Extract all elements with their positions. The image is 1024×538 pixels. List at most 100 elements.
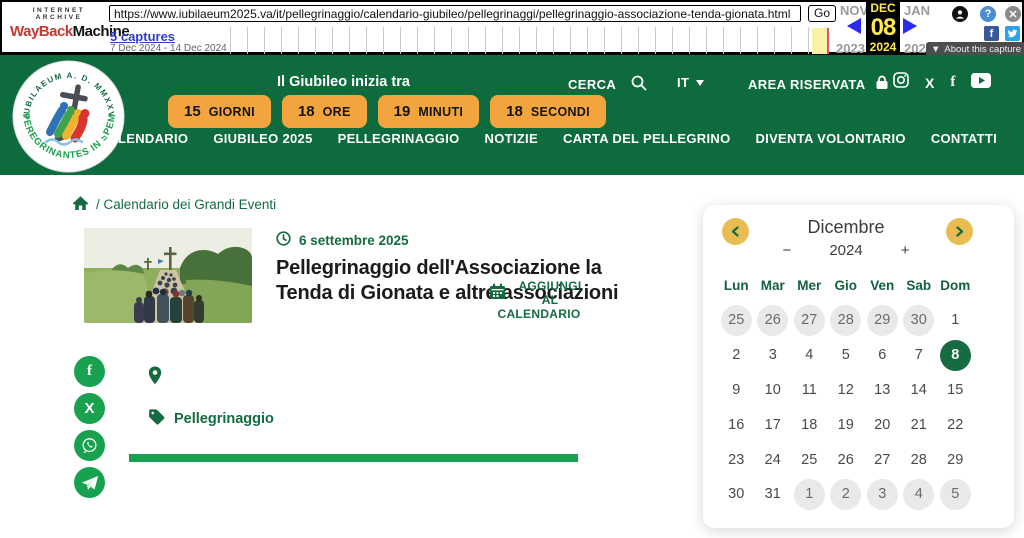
- internet-archive-label: INTERNET ARCHIVE: [10, 7, 108, 21]
- prev-capture-arrow[interactable]: [847, 18, 861, 34]
- x-icon[interactable]: X: [925, 75, 934, 91]
- calendar-day[interactable]: 25: [794, 444, 825, 475]
- calendar-day[interactable]: 30: [903, 305, 934, 336]
- home-icon[interactable]: [72, 195, 89, 214]
- article-title: Pellegrinaggio dell'Associazione la Tend…: [276, 256, 656, 306]
- share-facebook-button[interactable]: f: [74, 356, 105, 387]
- instagram-icon[interactable]: [893, 72, 909, 93]
- calendar-day[interactable]: 1: [940, 305, 971, 336]
- help-icon[interactable]: ?: [980, 6, 996, 22]
- countdown-title: Il Giubileo inizia tra: [277, 74, 410, 90]
- capture-timeline[interactable]: [230, 27, 830, 54]
- main-nav: CALENDARIO GIUBILEO 2025 PELLEGRINAGGIO …: [99, 131, 997, 146]
- search-button[interactable]: CERCA: [568, 75, 647, 94]
- account-icon[interactable]: [952, 6, 968, 22]
- calendar-day[interactable]: 25: [721, 305, 752, 336]
- calendar-day[interactable]: 27: [867, 444, 898, 475]
- captures-link[interactable]: 5 captures: [110, 29, 175, 44]
- calendar-day[interactable]: 26: [757, 305, 788, 336]
- year-plus-button[interactable]: +: [901, 242, 910, 259]
- jubilee-logo[interactable]: IUBILAEUM A. D. MMXXV PEREGRINANTES IN S…: [12, 60, 125, 173]
- nav-notizie[interactable]: NOTIZIE: [485, 131, 538, 146]
- year-minus-button[interactable]: −: [783, 242, 792, 259]
- calendar-day[interactable]: 5: [830, 340, 861, 371]
- calendar-day[interactable]: 21: [903, 409, 934, 440]
- calendar-day[interactable]: 3: [757, 340, 788, 371]
- event-date: 6 settembre 2025: [276, 231, 409, 249]
- calendar-day[interactable]: 29: [940, 444, 971, 475]
- calendar-day[interactable]: 28: [903, 444, 934, 475]
- calendar-day[interactable]: 11: [794, 374, 825, 405]
- facebook-share-icon[interactable]: f: [984, 26, 999, 41]
- calendar-day[interactable]: 8: [940, 340, 971, 371]
- youtube-icon[interactable]: [971, 73, 991, 93]
- go-button[interactable]: Go: [808, 5, 836, 22]
- wayback-url-input[interactable]: [109, 5, 801, 22]
- calendar-year-row: − 2024 +: [718, 242, 974, 259]
- nav-pellegrinaggio[interactable]: PELLEGRINAGGIO: [338, 131, 460, 146]
- tag-icon: [148, 408, 165, 429]
- calendar-day[interactable]: 20: [867, 409, 898, 440]
- calendar-day[interactable]: 31: [757, 479, 788, 510]
- nav-giubileo-2025[interactable]: GIUBILEO 2025: [213, 131, 312, 146]
- calendar-day[interactable]: 17: [757, 409, 788, 440]
- calendar-day[interactable]: 12: [830, 374, 861, 405]
- next-month-label[interactable]: JAN: [904, 3, 930, 18]
- calendar-day[interactable]: 2: [830, 479, 861, 510]
- search-icon: [631, 75, 647, 94]
- calendar-day[interactable]: 22: [940, 409, 971, 440]
- calendar-day[interactable]: 7: [903, 340, 934, 371]
- calendar-day[interactable]: 28: [830, 305, 861, 336]
- share-x-button[interactable]: X: [74, 393, 105, 424]
- calendar-day[interactable]: 9: [721, 374, 752, 405]
- nav-contatti[interactable]: CONTATTI: [931, 131, 997, 146]
- wayback-logo[interactable]: INTERNET ARCHIVE WayBackMachine: [10, 7, 108, 40]
- calendar-day[interactable]: 26: [830, 444, 861, 475]
- calendar-day[interactable]: 10: [757, 374, 788, 405]
- article-image: [84, 228, 252, 323]
- clock-icon: [276, 231, 291, 249]
- next-capture-arrow[interactable]: [903, 18, 917, 34]
- nav-calendario[interactable]: CALENDARIO: [99, 131, 189, 146]
- calendar-day[interactable]: 6: [867, 340, 898, 371]
- calendar-day[interactable]: 24: [757, 444, 788, 475]
- calendar-day[interactable]: 19: [830, 409, 861, 440]
- language-selector[interactable]: IT: [677, 75, 704, 90]
- timeline-highlight: [812, 28, 829, 54]
- prev-year-label[interactable]: 2023: [836, 41, 865, 56]
- calendar-day[interactable]: 4: [794, 340, 825, 371]
- nav-carta-del-pellegrino[interactable]: CARTA DEL PELLEGRINO: [563, 131, 731, 146]
- calendar-day[interactable]: 29: [867, 305, 898, 336]
- countdown-seconds: 18 SECONDI: [490, 95, 606, 128]
- close-toolbar-icon[interactable]: ✕: [1005, 6, 1021, 22]
- calendar-day[interactable]: 27: [794, 305, 825, 336]
- add-to-calendar-button[interactable]: AGGIUNGI AL CALENDARIO: [489, 279, 589, 321]
- calendar-day[interactable]: 18: [794, 409, 825, 440]
- breadcrumb-text[interactable]: / Calendario dei Grandi Eventi: [96, 197, 276, 212]
- calendar-day[interactable]: 1: [794, 479, 825, 510]
- lock-icon: [875, 75, 889, 93]
- calendar-day[interactable]: 4: [903, 479, 934, 510]
- reserved-area-button[interactable]: AREA RISERVATA: [748, 75, 889, 93]
- prev-month-label[interactable]: NOV: [840, 3, 868, 18]
- calendar-day[interactable]: 15: [940, 374, 971, 405]
- section-divider: [129, 454, 578, 462]
- current-day-label: 08: [866, 15, 900, 40]
- calendar-day[interactable]: 14: [903, 374, 934, 405]
- facebook-icon[interactable]: f: [950, 74, 955, 91]
- calendar-day[interactable]: 23: [721, 444, 752, 475]
- calendar-day[interactable]: 3: [867, 479, 898, 510]
- share-whatsapp-button[interactable]: [74, 430, 105, 461]
- share-telegram-button[interactable]: [74, 467, 105, 498]
- calendar-day[interactable]: 16: [721, 409, 752, 440]
- calendar-day[interactable]: 13: [867, 374, 898, 405]
- nav-diventa-volontario[interactable]: DIVENTA VOLONTARIO: [755, 131, 905, 146]
- calendar-day[interactable]: 5: [940, 479, 971, 510]
- calendar-day[interactable]: 30: [721, 479, 752, 510]
- about-this-capture[interactable]: ▼ About this capture: [926, 42, 1024, 56]
- category-tag[interactable]: Pellegrinaggio: [148, 408, 274, 429]
- chevron-down-icon: [696, 80, 704, 86]
- twitter-share-icon[interactable]: [1005, 26, 1020, 41]
- countdown-minutes: 19 MINUTI: [378, 95, 480, 128]
- calendar-day[interactable]: 2: [721, 340, 752, 371]
